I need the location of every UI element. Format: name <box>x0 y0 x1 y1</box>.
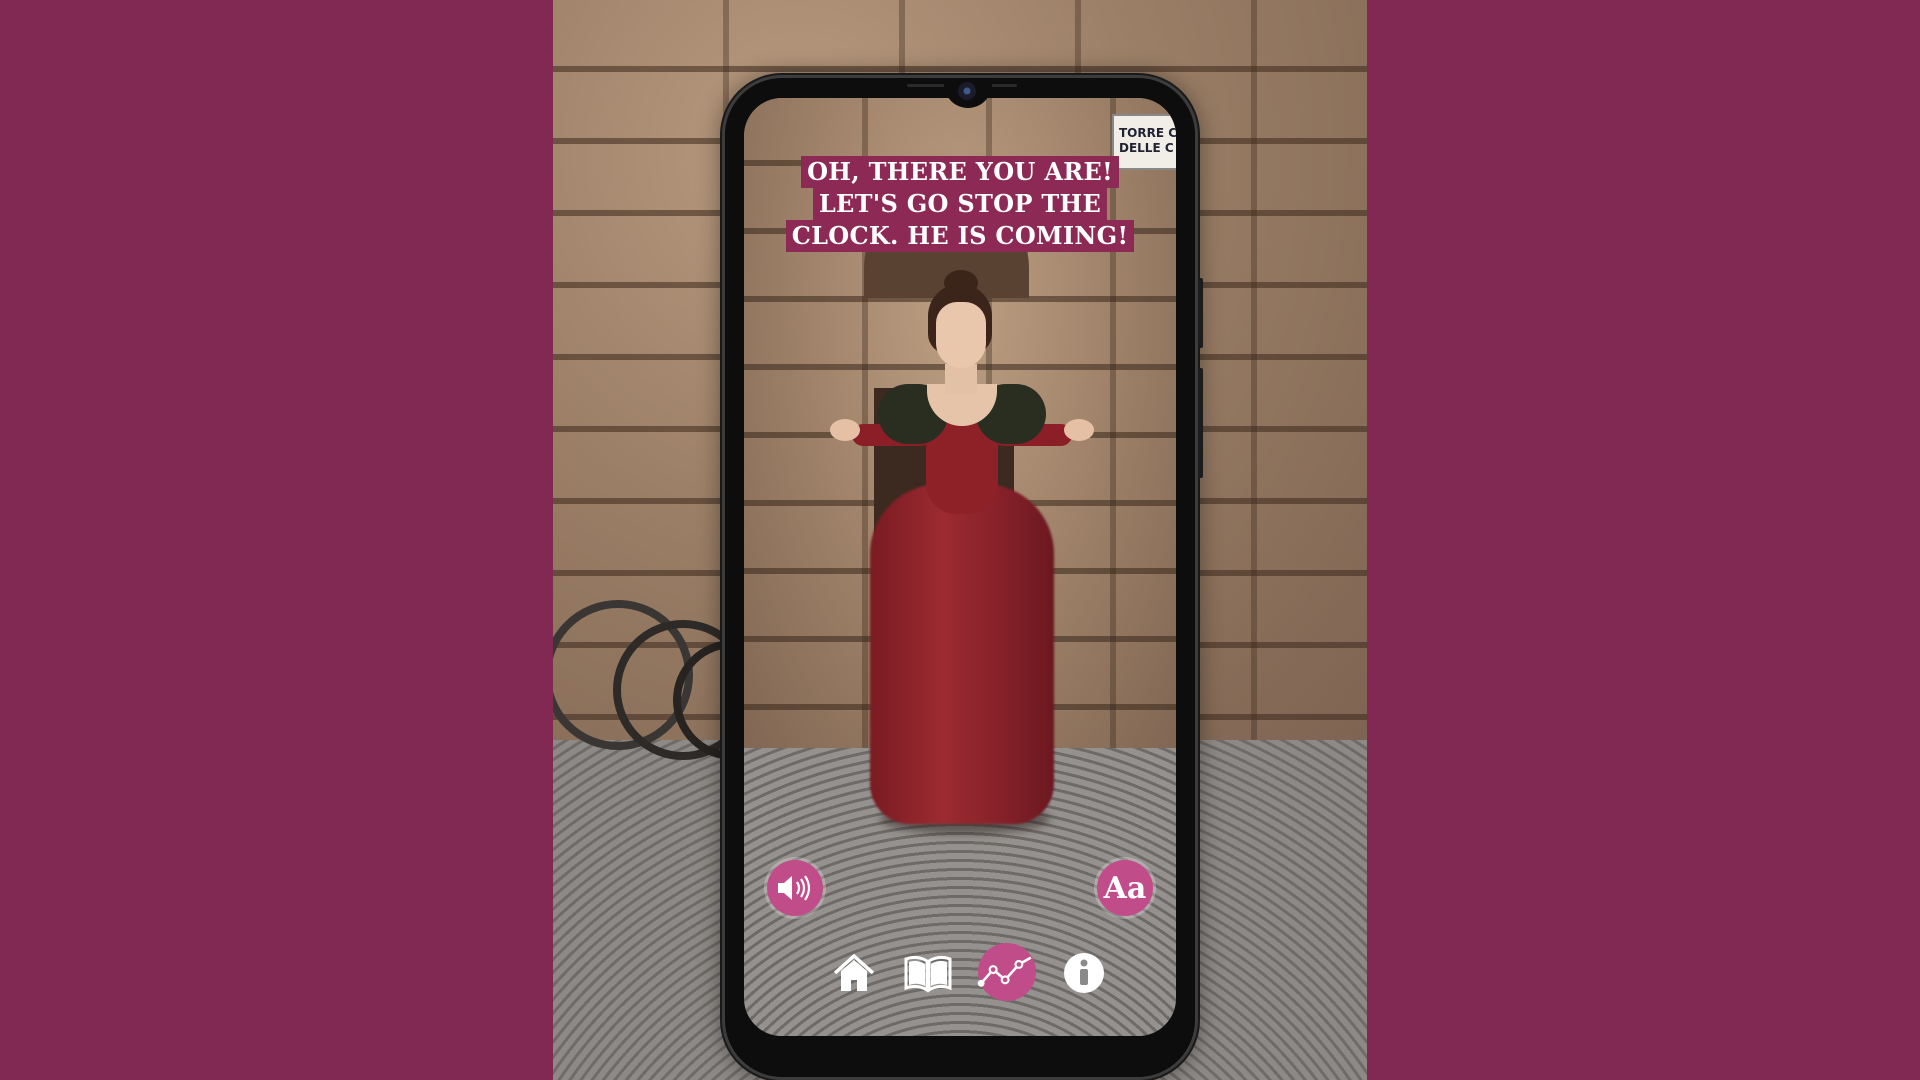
sign-line: DELLE C <box>1119 141 1174 155</box>
bottom-nav <box>824 943 1104 1007</box>
sign-line: TORRE C <box>1119 126 1176 140</box>
character-skirt <box>870 484 1054 824</box>
speaker-icon <box>778 875 811 901</box>
route-icon <box>977 956 1032 987</box>
caption-line: CLOCK. HE IS COMING! <box>785 220 1135 252</box>
nav-stories[interactable] <box>898 943 958 1003</box>
font-size-label: Aa <box>1103 870 1147 906</box>
speech-caption: OH, THERE YOU ARE! LET'S GO STOP THE CLO… <box>774 156 1146 252</box>
book-icon <box>904 955 952 993</box>
character-face <box>936 302 986 368</box>
nav-route[interactable] <box>976 943 1036 1003</box>
character-neck <box>945 364 977 394</box>
character-hand-left <box>830 419 860 441</box>
home-icon <box>833 954 875 991</box>
volume-button <box>1198 278 1203 348</box>
nav-info[interactable] <box>1054 943 1114 1003</box>
character-hair-bun <box>944 270 978 296</box>
font-size-button[interactable]: Aa <box>1097 860 1153 916</box>
character-hand-right <box>1064 419 1094 441</box>
nav-home[interactable] <box>824 943 884 1003</box>
ar-character <box>830 270 1094 844</box>
info-icon <box>1064 953 1104 993</box>
power-button <box>1198 368 1203 478</box>
caption-line: OH, THERE YOU ARE! <box>801 156 1119 188</box>
phone-frame: TORRE C DELLE C OH, THERE YOU ARE! LET'S… <box>722 75 1203 1080</box>
front-camera <box>958 82 976 100</box>
app-screen: TORRE C DELLE C OH, THERE YOU ARE! LET'S… <box>744 98 1176 1036</box>
sound-button[interactable] <box>767 860 823 916</box>
caption-line: LET'S GO STOP THE <box>812 188 1108 220</box>
